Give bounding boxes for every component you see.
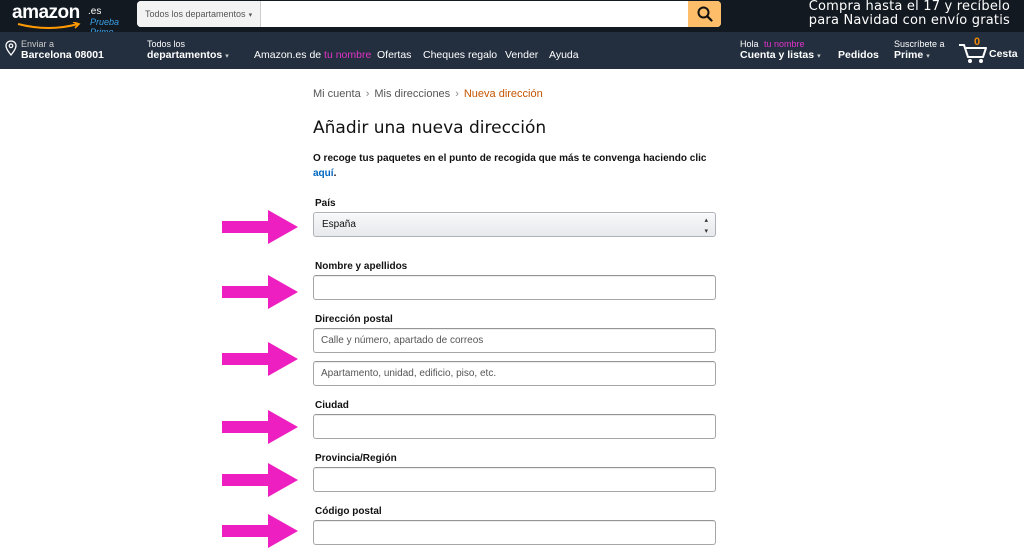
nav-link-sell[interactable]: Vender <box>505 49 538 61</box>
country-select[interactable]: España ▴ ▾ <box>313 212 716 237</box>
promo-line-2: para Navidad con envío gratis <box>808 13 1010 28</box>
country-selected-value: España <box>322 219 356 230</box>
pointer-arrow-icon <box>222 514 298 548</box>
breadcrumb-separator: › <box>365 88 370 100</box>
country-label: País <box>315 198 336 209</box>
nav-link-offers[interactable]: Ofertas <box>377 49 411 61</box>
chevron-down-icon: ▾ <box>926 53 930 60</box>
orders-label: Pedidos <box>838 49 879 61</box>
account-and-lists-menu[interactable]: Hola tu nombre Cuenta y listas ▾ <box>740 39 821 62</box>
departments-line-2: departamentos <box>147 49 223 61</box>
address-label: Dirección postal <box>315 314 393 325</box>
search-department-label: Todos los departamentos <box>145 9 246 19</box>
account-user-name: tu nombre <box>764 39 805 49</box>
pickup-notice-text: O recoge tus paquetes en el punto de rec… <box>313 153 707 164</box>
search-icon <box>697 6 713 22</box>
breadcrumb-current: Nueva dirección <box>463 88 543 100</box>
cart-label: Cesta <box>989 48 1018 60</box>
full-name-label: Nombre y apellidos <box>315 261 408 272</box>
pickup-notice-period: . <box>333 168 337 179</box>
cart-icon <box>959 44 987 63</box>
account-lists-label: Cuenta y listas <box>740 49 815 61</box>
pointer-arrow-icon <box>222 275 298 309</box>
prime-line-1: Suscríbete a <box>894 39 945 49</box>
top-nav-bar: amazon .es Prueba Prime Todos los depart… <box>0 0 1024 37</box>
location-pin-icon <box>5 40 17 56</box>
chevron-down-icon: ▾ <box>225 53 229 60</box>
page-title: Añadir una nueva dirección <box>313 118 547 138</box>
deliver-to-label: Enviar a <box>21 39 55 49</box>
promo-line-1: Compra hasta el 17 y recíbelo <box>808 0 1010 14</box>
province-field[interactable] <box>313 467 716 492</box>
deliver-to-city: Barcelona 08001 <box>21 49 104 61</box>
breadcrumb-my-account[interactable]: Mi cuenta <box>313 88 361 100</box>
chevron-down-icon: ▾ <box>248 12 253 19</box>
cart-button[interactable]: 0 Cesta <box>958 36 1020 66</box>
prime-line-2: Prime <box>894 49 924 61</box>
departments-line-1: Todos los <box>147 39 186 49</box>
province-label: Provincia/Región <box>315 453 397 464</box>
secondary-nav-bar: Enviar a Barcelona 08001 Todos los depar… <box>0 32 1024 69</box>
pickup-point-link[interactable]: aquí <box>313 168 334 179</box>
deliver-to-location[interactable]: Enviar a Barcelona 08001 <box>21 39 104 61</box>
nav-link-help[interactable]: Ayuda <box>549 49 579 61</box>
city-field[interactable] <box>313 414 716 439</box>
breadcrumb: Mi cuenta › Mis direcciones › Nueva direcció… <box>313 88 543 100</box>
postal-code-field[interactable] <box>313 520 716 545</box>
pickup-point-notice: O recoge tus paquetes en el punto de rec… <box>313 151 723 181</box>
holiday-promo-banner[interactable]: Compra hasta el 17 y recíbelo para Navid… <box>776 0 1010 28</box>
city-label: Ciudad <box>315 400 349 411</box>
nav-link-gift-cards[interactable]: Cheques regalo <box>423 49 497 61</box>
pointer-arrow-icon <box>222 463 298 497</box>
pointer-arrow-icon <box>222 410 298 444</box>
logo-domain: .es <box>88 6 102 17</box>
breadcrumb-separator: › <box>455 88 459 100</box>
amazon-of-prefix: Amazon.es de <box>254 49 322 61</box>
search-bar: Todos los departamentos ▾ <box>137 1 721 27</box>
logo-wordmark: amazon <box>12 2 80 23</box>
address-line2-field[interactable] <box>313 361 716 386</box>
prime-subscribe-menu[interactable]: Suscríbete a Prime ▾ <box>894 39 945 62</box>
pointer-arrow-icon <box>222 342 298 376</box>
pointer-arrow-icon <box>222 210 298 244</box>
select-updown-icon: ▴ ▾ <box>704 217 708 235</box>
logo-smile-icon <box>17 22 81 29</box>
postal-code-label: Código postal <box>315 506 382 517</box>
full-name-field[interactable] <box>313 275 716 300</box>
search-button[interactable] <box>688 1 721 27</box>
address-line1-field[interactable] <box>313 328 716 353</box>
account-hello: Hola <box>740 39 759 49</box>
breadcrumb-my-addresses[interactable]: Mis direcciones <box>374 88 450 100</box>
search-department-select[interactable]: Todos los departamentos ▾ <box>137 1 261 27</box>
amazon-of-user-name: tu nombre <box>324 49 372 61</box>
nav-link-amazon-de-user[interactable]: Amazon.es de tu nombre <box>254 49 371 61</box>
all-departments-menu[interactable]: Todos los departamentos ▾ <box>147 39 229 62</box>
orders-link[interactable]: Pedidos <box>838 50 879 61</box>
search-input[interactable] <box>261 1 689 27</box>
chevron-down-icon: ▾ <box>817 53 821 60</box>
amazon-logo[interactable]: amazon .es Prueba Prime <box>12 2 122 37</box>
